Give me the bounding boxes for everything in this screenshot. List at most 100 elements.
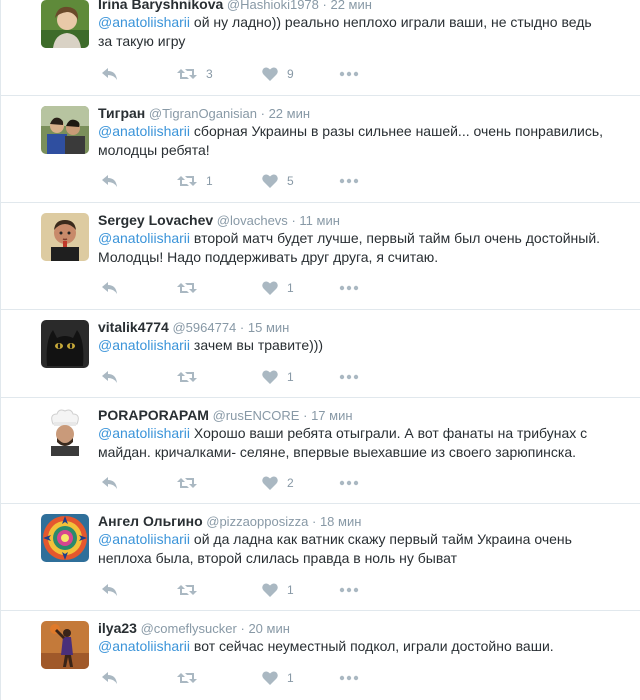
timestamp[interactable]: 11 мин xyxy=(299,213,340,228)
mention-link[interactable]: @anatoliisharii xyxy=(98,14,190,30)
user-handle[interactable]: @pizzaopposizza xyxy=(206,514,308,529)
user-handle[interactable]: @rusENCORE xyxy=(213,408,300,423)
retweet-icon xyxy=(177,283,197,293)
tweet-feed: Irina Baryshnikova @Hashioki1978 · 22 ми… xyxy=(0,0,640,700)
reply-button[interactable] xyxy=(101,278,119,298)
user-name[interactable]: ilya23 xyxy=(98,620,137,636)
reply-button[interactable] xyxy=(101,171,119,191)
more-button[interactable] xyxy=(339,64,359,84)
retweet-button[interactable] xyxy=(177,473,206,493)
more-button[interactable] xyxy=(339,171,359,191)
reply-icon xyxy=(102,584,117,596)
tweet-item[interactable]: vitalik4774 @5964774 · 15 мин @anatoliis… xyxy=(1,310,640,398)
avatar[interactable] xyxy=(41,106,89,154)
retweet-icon xyxy=(177,478,197,488)
more-button[interactable] xyxy=(339,367,359,387)
separator-dot: · xyxy=(291,213,296,228)
user-name[interactable]: Ангел Ольгино xyxy=(98,513,203,529)
user-handle[interactable]: @Hashioki1978 xyxy=(227,0,319,12)
tweet-header: Sergey Lovachev @lovachevs · 11 мин xyxy=(98,211,340,230)
mention-link[interactable]: @anatoliisharii xyxy=(98,230,190,246)
mention-link[interactable]: @anatoliisharii xyxy=(98,337,190,353)
tweet-header: Irina Baryshnikova @Hashioki1978 · 22 ми… xyxy=(98,0,372,14)
timestamp[interactable]: 18 мин xyxy=(320,514,361,529)
retweet-button[interactable] xyxy=(177,367,206,387)
timestamp[interactable]: 22 мин xyxy=(330,0,371,12)
timestamp[interactable]: 20 мин xyxy=(248,621,289,636)
timestamp[interactable]: 22 мин xyxy=(269,106,310,121)
heart-icon xyxy=(262,67,278,81)
separator-dot: · xyxy=(239,320,245,335)
like-button[interactable]: 1 xyxy=(262,367,294,387)
reply-button[interactable] xyxy=(101,473,119,493)
retweet-button[interactable]: 3 xyxy=(177,64,213,84)
user-name[interactable]: Тигран xyxy=(98,105,145,121)
like-button[interactable]: 1 xyxy=(262,278,294,298)
reply-icon xyxy=(102,672,117,684)
tweet-actions: 2 xyxy=(101,473,381,493)
user-handle[interactable]: @comeflysucker xyxy=(141,621,237,636)
user-handle[interactable]: @5964774 xyxy=(172,320,236,335)
timestamp[interactable]: 17 мин xyxy=(311,408,352,423)
retweet-button[interactable]: 1 xyxy=(177,171,213,191)
retweet-button[interactable] xyxy=(177,580,206,600)
tweet-actions: 3 9 xyxy=(101,64,381,84)
more-button[interactable] xyxy=(339,668,359,688)
like-count: 1 xyxy=(287,671,294,685)
tweet-text: @anatoliisharii зачем вы травите))) xyxy=(98,336,608,355)
avatar[interactable] xyxy=(41,408,89,456)
user-name[interactable]: vitalik4774 xyxy=(98,319,169,335)
timestamp[interactable]: 15 мин xyxy=(248,320,289,335)
reply-button[interactable] xyxy=(101,367,119,387)
more-button[interactable] xyxy=(339,473,359,493)
more-icon xyxy=(339,675,359,681)
tweet-header: ilya23 @comeflysucker · 20 мин xyxy=(98,619,290,638)
tweet-item[interactable]: PORAPORAPAM @rusENCORE · 17 мин @anatoli… xyxy=(1,398,640,504)
avatar[interactable] xyxy=(41,514,89,562)
heart-icon xyxy=(262,174,278,188)
avatar[interactable] xyxy=(41,213,89,261)
like-count: 5 xyxy=(287,174,294,188)
tweet-item[interactable]: ilya23 @comeflysucker · 20 мин @anatolii… xyxy=(1,611,640,700)
tweet-actions: 1 xyxy=(101,668,381,688)
reply-button[interactable] xyxy=(101,64,119,84)
tweet-header: Тигран @TigranOganisian · 22 мин xyxy=(98,104,310,123)
user-name[interactable]: PORAPORAPAM xyxy=(98,407,209,423)
avatar[interactable] xyxy=(41,621,89,669)
like-count: 1 xyxy=(287,281,294,295)
separator-dot: · xyxy=(322,0,327,12)
user-name[interactable]: Irina Baryshnikova xyxy=(98,0,223,12)
like-button[interactable]: 1 xyxy=(262,668,294,688)
like-button[interactable]: 1 xyxy=(262,580,294,600)
mention-link[interactable]: @anatoliisharii xyxy=(98,531,190,547)
like-button[interactable]: 9 xyxy=(262,64,294,84)
mention-link[interactable]: @anatoliisharii xyxy=(98,123,190,139)
retweet-button[interactable] xyxy=(177,668,206,688)
mention-link[interactable]: @anatoliisharii xyxy=(98,425,190,441)
more-icon xyxy=(339,374,359,380)
retweet-count: 3 xyxy=(206,67,213,81)
tweet-header: vitalik4774 @5964774 · 15 мин xyxy=(98,318,289,337)
tweet-item[interactable]: Тигран @TigranOganisian · 22 мин @anatol… xyxy=(1,96,640,203)
retweet-count: 1 xyxy=(206,174,213,188)
avatar[interactable] xyxy=(41,0,89,48)
avatar[interactable] xyxy=(41,320,89,368)
user-name[interactable]: Sergey Lovachev xyxy=(98,212,213,228)
reply-button[interactable] xyxy=(101,668,119,688)
tweet-item[interactable]: Sergey Lovachev @lovachevs · 11 мин @ana… xyxy=(1,203,640,310)
tweet-item[interactable]: Ангел Ольгино @pizzaopposizza · 18 мин @… xyxy=(1,504,640,611)
like-button[interactable]: 2 xyxy=(262,473,294,493)
reply-icon xyxy=(102,175,117,187)
more-icon xyxy=(339,285,359,291)
separator-dot: · xyxy=(240,621,245,636)
user-handle[interactable]: @TigranOganisian xyxy=(149,106,257,121)
mention-link[interactable]: @anatoliisharii xyxy=(98,638,190,654)
more-button[interactable] xyxy=(339,278,359,298)
tweet-item[interactable]: Irina Baryshnikova @Hashioki1978 · 22 ми… xyxy=(1,0,640,96)
retweet-icon xyxy=(177,673,197,683)
like-button[interactable]: 5 xyxy=(262,171,294,191)
more-button[interactable] xyxy=(339,580,359,600)
user-handle[interactable]: @lovachevs xyxy=(217,213,288,228)
reply-button[interactable] xyxy=(101,580,119,600)
retweet-button[interactable] xyxy=(177,278,206,298)
